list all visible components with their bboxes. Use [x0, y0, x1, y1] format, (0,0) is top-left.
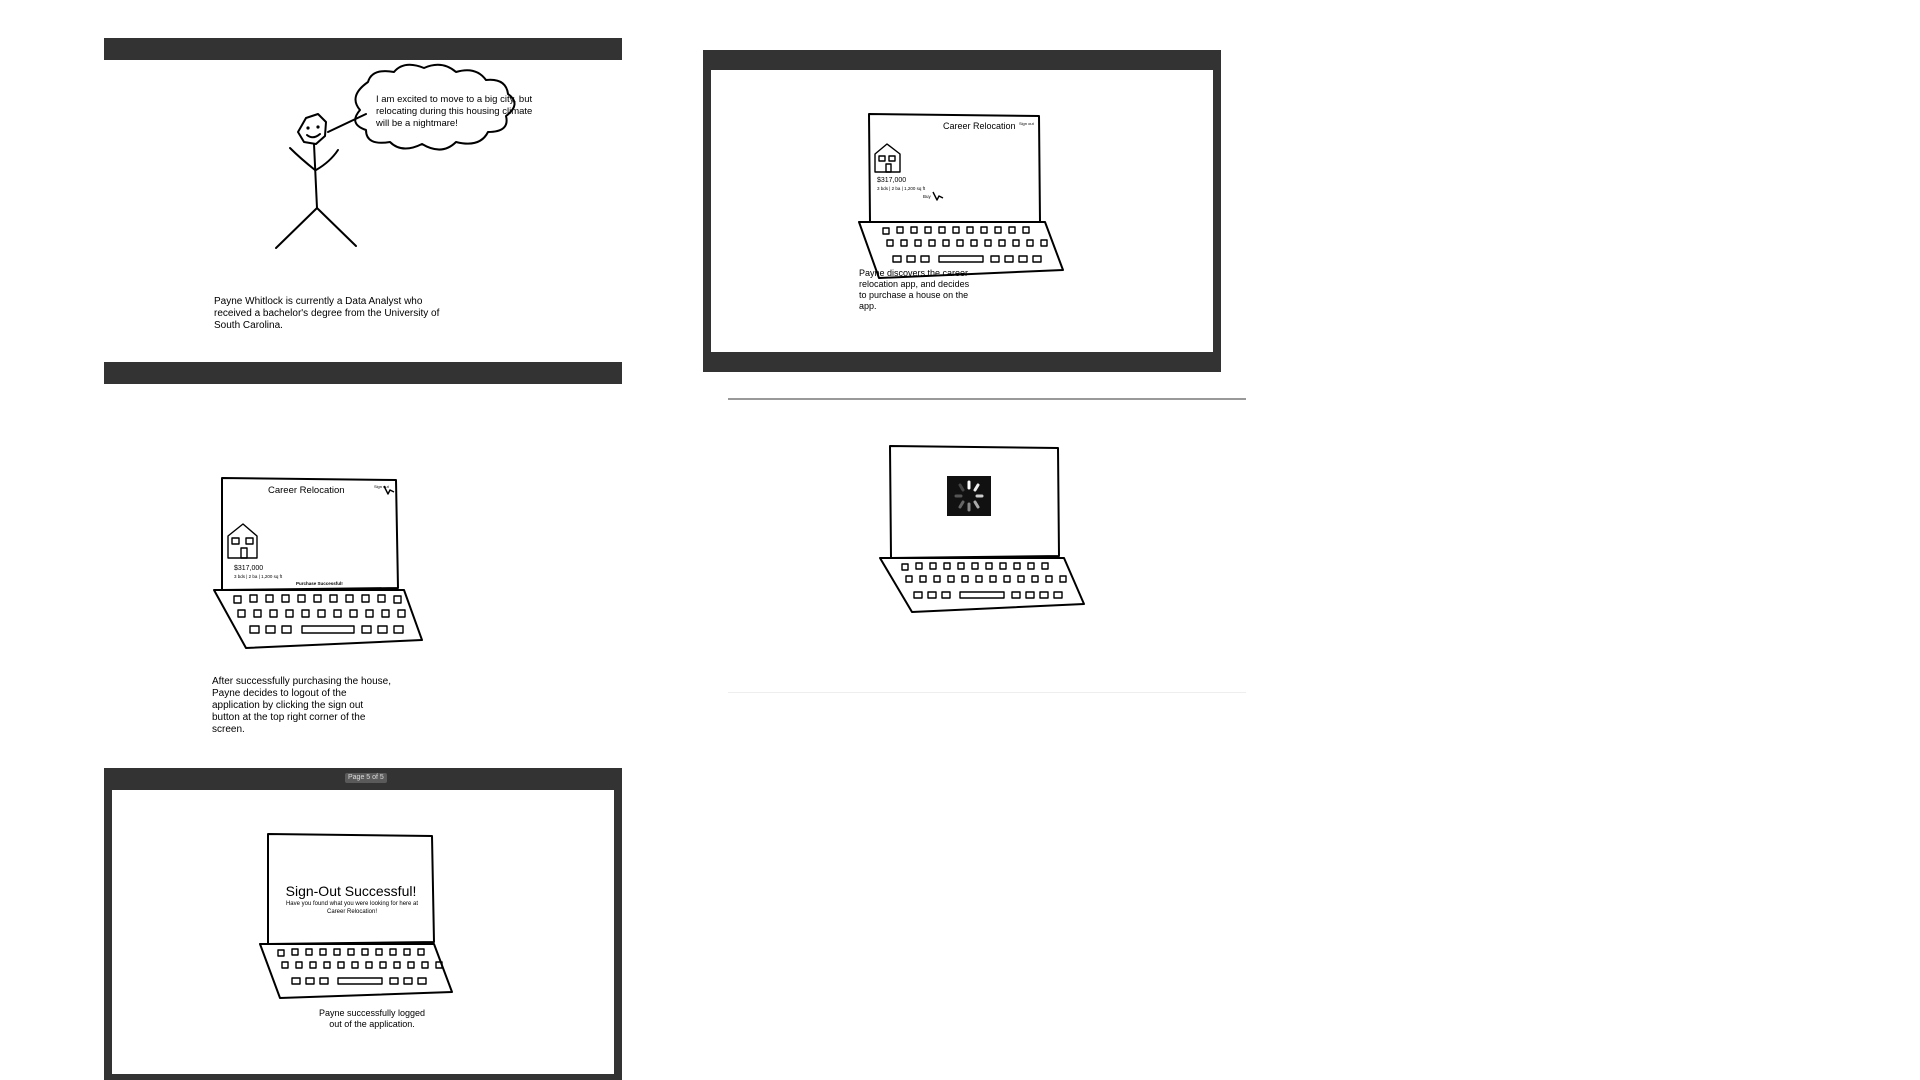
sign-out-subtext: Have you found what you were looking for… [285, 901, 419, 915]
speech-bubble-text: I am excited to move to a big city, but … [376, 94, 533, 129]
panel-1-caption: Payne Whitlock is currently a Data Analy… [214, 296, 440, 331]
storyboard-panel-5: Page 5 of 5 Sign-Out Successful! Have yo… [104, 768, 622, 1080]
app-title: Career Relocation [943, 121, 1016, 131]
listing-price: $317,000 [877, 177, 906, 184]
stick-figure-illustration: I am excited to move to a big city, but … [275, 63, 533, 249]
listing-details: 3 bds | 2 ba | 1,200 sq ft [877, 186, 926, 191]
listing-price: $317,000 [234, 565, 263, 572]
storyboard-panel-3: Career Relocation Sign out $317,000 3 bd… [104, 400, 622, 746]
purchase-status: Purchase Successful! [296, 581, 343, 586]
app-title: Career Relocation [268, 485, 345, 496]
storyboard-panel-1: I am excited to move to a big city, but … [104, 38, 622, 384]
sign-out-link[interactable]: Sign out [1019, 121, 1035, 126]
laptop-illustration [879, 445, 1085, 613]
sign-out-heading: Sign-Out Successful! [286, 883, 417, 899]
panel-5-page: Sign-Out Successful! Have you found what… [112, 790, 614, 1074]
laptop-illustration: Sign-Out Successful! Have you found what… [259, 833, 453, 999]
buy-button[interactable]: Buy [923, 194, 932, 199]
listing-details: 3 bds | 2 ba | 1,200 sq ft [234, 574, 283, 579]
storyboard-panel-4 [728, 398, 1246, 694]
panel-2-page: Career Relocation Sign out $317,000 3 bd… [711, 70, 1213, 352]
page-indicator: Page 5 of 5 [345, 773, 387, 783]
sign-out-link[interactable]: Sign out [374, 484, 390, 489]
panel-5-caption: Payne successfully logged out of the app… [318, 1008, 426, 1029]
spinner-icon [947, 476, 991, 516]
panel-3-caption: After successfully purchasing the house,… [212, 676, 391, 735]
panel-2-caption: Payne discovers the career relocation ap… [859, 268, 970, 311]
storyboard-panel-2: Career Relocation Sign out $317,000 3 bd… [703, 50, 1221, 372]
